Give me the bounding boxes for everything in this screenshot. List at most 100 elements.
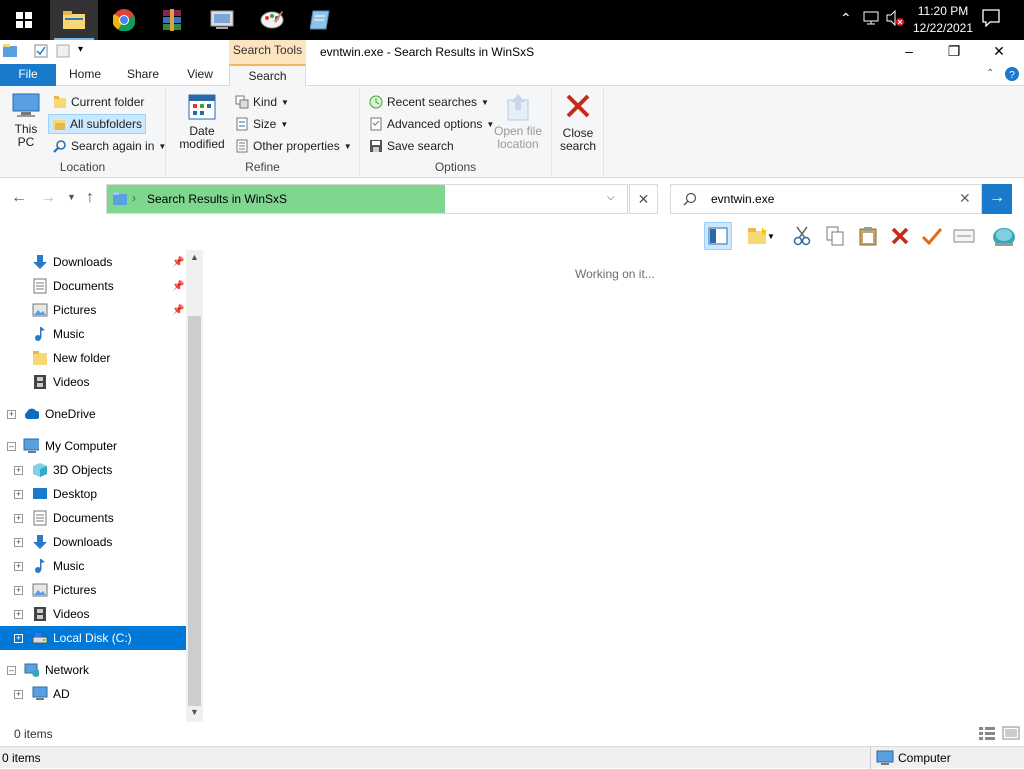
- cut-icon[interactable]: [788, 222, 816, 250]
- expand-icon[interactable]: +: [14, 537, 23, 547]
- nav-item-my-computer[interactable]: – My Computer: [0, 434, 186, 458]
- expand-icon[interactable]: +: [14, 513, 23, 523]
- nav-item-videos[interactable]: Videos: [0, 370, 186, 394]
- paste-icon[interactable]: [854, 222, 882, 250]
- properties-panel-icon[interactable]: [950, 222, 978, 250]
- expand-icon[interactable]: +: [14, 489, 23, 499]
- customize-quick-access-icon[interactable]: ▾: [78, 44, 83, 55]
- date-modified-button[interactable]: Date modified: [172, 92, 232, 151]
- delete-icon[interactable]: [886, 222, 914, 250]
- maximize-button[interactable]: ❐: [931, 40, 977, 64]
- save-search-button[interactable]: Save search: [366, 136, 457, 156]
- nav-item-videos-pc[interactable]: + Videos: [0, 602, 186, 626]
- nav-item-new-folder[interactable]: New folder: [0, 346, 186, 370]
- taskbar-system-info[interactable]: [198, 0, 246, 40]
- current-folder-button[interactable]: Current folder: [50, 92, 147, 112]
- taskbar-file-explorer[interactable]: [50, 0, 98, 40]
- copy-icon[interactable]: [821, 222, 849, 250]
- shell-globe-icon[interactable]: [990, 222, 1018, 250]
- up-arrow-icon[interactable]: ↑: [86, 189, 94, 207]
- other-properties-button[interactable]: Other properties ▼: [232, 136, 355, 156]
- breadcrumb-chevron-icon[interactable]: ›: [132, 191, 136, 205]
- nav-item-local-disk-c[interactable]: + Local Disk (C:): [0, 626, 186, 650]
- help-icon[interactable]: ?: [1004, 66, 1020, 85]
- address-dropdown-icon[interactable]: ⌵: [607, 192, 615, 203]
- nav-scrollbar[interactable]: ▲ ▼: [186, 250, 203, 722]
- clock[interactable]: 11:20 PM 12/22/2021: [906, 3, 980, 37]
- file-list-area[interactable]: Working on it...: [203, 250, 1024, 722]
- large-icons-view-icon[interactable]: [1002, 725, 1020, 744]
- this-pc-button[interactable]: This PC: [6, 92, 46, 149]
- stop-search-button[interactable]: ✕: [629, 184, 658, 214]
- address-bar[interactable]: › Search Results in WinSxS ⌵: [106, 184, 628, 214]
- new-folder-quick-icon[interactable]: [56, 44, 70, 61]
- expand-icon[interactable]: +: [14, 561, 23, 571]
- nav-item-network[interactable]: – Network: [0, 658, 186, 682]
- advanced-options-button[interactable]: Advanced options ▼: [366, 114, 497, 134]
- rename-check-icon[interactable]: [918, 222, 946, 250]
- tab-share[interactable]: Share: [116, 64, 170, 86]
- recent-searches-button[interactable]: Recent searches ▼: [366, 92, 492, 112]
- taskbar-paint[interactable]: [248, 0, 296, 40]
- navigation-pane-icon[interactable]: [704, 222, 732, 250]
- clear-search-icon[interactable]: ✕: [959, 190, 971, 207]
- scroll-thumb[interactable]: [188, 316, 201, 706]
- nav-item-documents-pc[interactable]: + Documents: [0, 506, 186, 530]
- minimize-button[interactable]: –: [886, 40, 932, 64]
- pin-icon[interactable]: 📌: [172, 257, 184, 268]
- search-icon: [683, 192, 697, 209]
- nav-item-documents[interactable]: Documents 📌: [0, 274, 186, 298]
- close-window-button[interactable]: ✕: [976, 40, 1022, 64]
- nav-item-onedrive[interactable]: + OneDrive: [0, 402, 186, 426]
- open-file-location-button[interactable]: Open file location: [490, 92, 546, 151]
- back-arrow-icon[interactable]: ←: [11, 189, 27, 207]
- taskbar-chrome[interactable]: [100, 0, 148, 40]
- nav-item-pictures-pc[interactable]: + Pictures: [0, 578, 186, 602]
- search-input[interactable]: evntwin.exe ✕: [670, 184, 982, 214]
- collapse-icon[interactable]: –: [7, 441, 16, 451]
- network-icon[interactable]: [862, 10, 880, 29]
- explorer-window-icon[interactable]: [2, 43, 18, 62]
- all-subfolders-button[interactable]: All subfolders: [48, 114, 147, 134]
- nav-item-ad[interactable]: + AD: [0, 682, 186, 706]
- tab-search[interactable]: Search: [229, 64, 306, 87]
- new-item-dropdown-icon[interactable]: ▼: [764, 222, 778, 250]
- expand-icon[interactable]: +: [14, 689, 23, 699]
- chevron-up-icon[interactable]: ⌃: [840, 10, 852, 27]
- expand-icon[interactable]: +: [14, 585, 23, 595]
- pin-icon[interactable]: 📌: [172, 281, 184, 292]
- nav-item-music[interactable]: Music: [0, 322, 186, 346]
- search-go-button[interactable]: →: [982, 184, 1012, 214]
- nav-item-desktop[interactable]: + Desktop: [0, 482, 186, 506]
- size-button[interactable]: Size ▼: [232, 114, 291, 134]
- nav-item-downloads-pc[interactable]: + Downloads: [0, 530, 186, 554]
- nav-item-downloads[interactable]: Downloads 📌: [0, 250, 186, 274]
- pin-icon[interactable]: 📌: [172, 305, 184, 316]
- recent-locations-chevron-icon[interactable]: ▼: [67, 192, 76, 202]
- start-button[interactable]: [0, 0, 48, 40]
- expand-icon[interactable]: +: [14, 609, 23, 619]
- tab-home[interactable]: Home: [60, 64, 110, 86]
- expand-icon[interactable]: +: [7, 409, 16, 419]
- taskbar-notepad[interactable]: [296, 0, 344, 40]
- collapse-ribbon-icon[interactable]: ⌃: [986, 68, 994, 79]
- forward-arrow-icon[interactable]: →: [40, 189, 56, 207]
- details-view-icon[interactable]: [978, 725, 996, 744]
- nav-item-music-pc[interactable]: + Music: [0, 554, 186, 578]
- volume-muted-icon[interactable]: [886, 9, 904, 29]
- taskbar-winrar[interactable]: [148, 0, 196, 40]
- close-search-button[interactable]: Close search: [554, 92, 602, 153]
- notification-icon[interactable]: [982, 9, 1000, 30]
- kind-button[interactable]: Kind ▼: [232, 92, 292, 112]
- collapse-icon[interactable]: –: [7, 665, 16, 675]
- nav-item-pictures[interactable]: Pictures 📌: [0, 298, 186, 322]
- properties-icon[interactable]: [34, 44, 48, 61]
- tab-file[interactable]: File: [0, 64, 56, 86]
- scroll-down-arrow-icon[interactable]: ▼: [190, 707, 199, 717]
- nav-item-3d-objects[interactable]: + 3D Objects: [0, 458, 186, 482]
- search-again-in-button[interactable]: Search again in ▼: [50, 136, 169, 156]
- expand-icon[interactable]: +: [14, 465, 23, 475]
- scroll-up-arrow-icon[interactable]: ▲: [190, 252, 199, 262]
- expand-icon[interactable]: +: [14, 633, 23, 643]
- tab-view[interactable]: View: [176, 64, 224, 86]
